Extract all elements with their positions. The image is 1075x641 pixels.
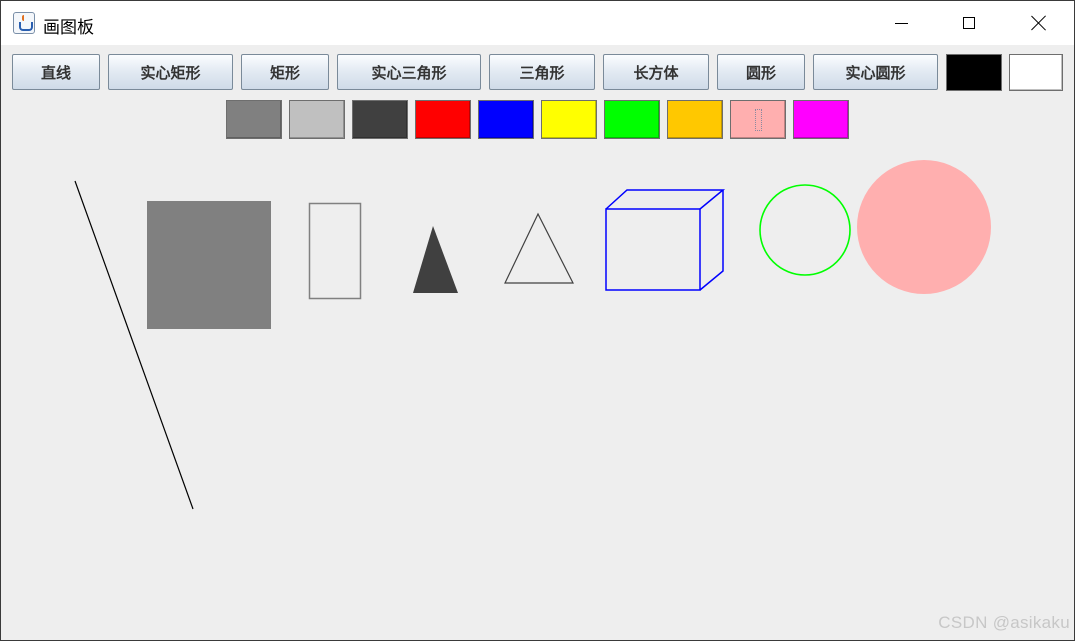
minimize-icon [894, 22, 908, 24]
drawn-filled-triangle [413, 226, 458, 293]
drawn-rect [308, 202, 362, 300]
color-button-red[interactable] [415, 100, 471, 139]
color-button-white[interactable] [1009, 54, 1063, 91]
java-cup-icon [13, 12, 35, 34]
maximize-button[interactable] [946, 2, 992, 44]
color-button-black[interactable] [946, 54, 1002, 91]
maximize-icon [963, 17, 975, 29]
color-button-pink[interactable] [730, 100, 786, 139]
close-icon [1031, 15, 1047, 31]
color-button-magenta[interactable] [793, 100, 849, 139]
color-button-blue[interactable] [478, 100, 534, 139]
title-bar[interactable]: 画图板 [1, 1, 1074, 45]
color-button-dark-gray[interactable] [352, 100, 408, 139]
filled-rect-tool-button[interactable]: 实心矩形 [108, 54, 233, 90]
color-button-yellow[interactable] [541, 100, 597, 139]
drawn-line [74, 180, 194, 510]
minimize-button[interactable] [878, 2, 924, 44]
filled-circle-tool-button[interactable]: 实心圆形 [813, 54, 938, 90]
watermark-text: CSDN @asikaku [938, 613, 1070, 632]
color-button-gray[interactable] [226, 100, 282, 139]
line-tool-button[interactable]: 直线 [12, 54, 100, 90]
cuboid-tool-button[interactable]: 长方体 [603, 54, 709, 90]
window-frame [0, 0, 1075, 641]
drawn-cuboid [605, 189, 726, 291]
color-button-light-gray[interactable] [289, 100, 345, 139]
drawn-filled-circle [857, 160, 991, 294]
filled-triangle-tool-button[interactable]: 实心三角形 [337, 54, 481, 90]
color-button-orange[interactable] [667, 100, 723, 139]
circle-tool-button[interactable]: 圆形 [717, 54, 805, 90]
drawn-filled-rect [147, 201, 271, 329]
drawing-canvas[interactable] [0, 0, 1075, 641]
drawn-triangle [504, 212, 574, 284]
focus-indicator [755, 109, 762, 131]
triangle-tool-button[interactable]: 三角形 [489, 54, 595, 90]
drawn-circle [759, 184, 851, 276]
rect-tool-button[interactable]: 矩形 [241, 54, 329, 90]
color-button-green[interactable] [604, 100, 660, 139]
window-title: 画图板 [43, 18, 94, 38]
close-button[interactable] [1016, 2, 1062, 44]
